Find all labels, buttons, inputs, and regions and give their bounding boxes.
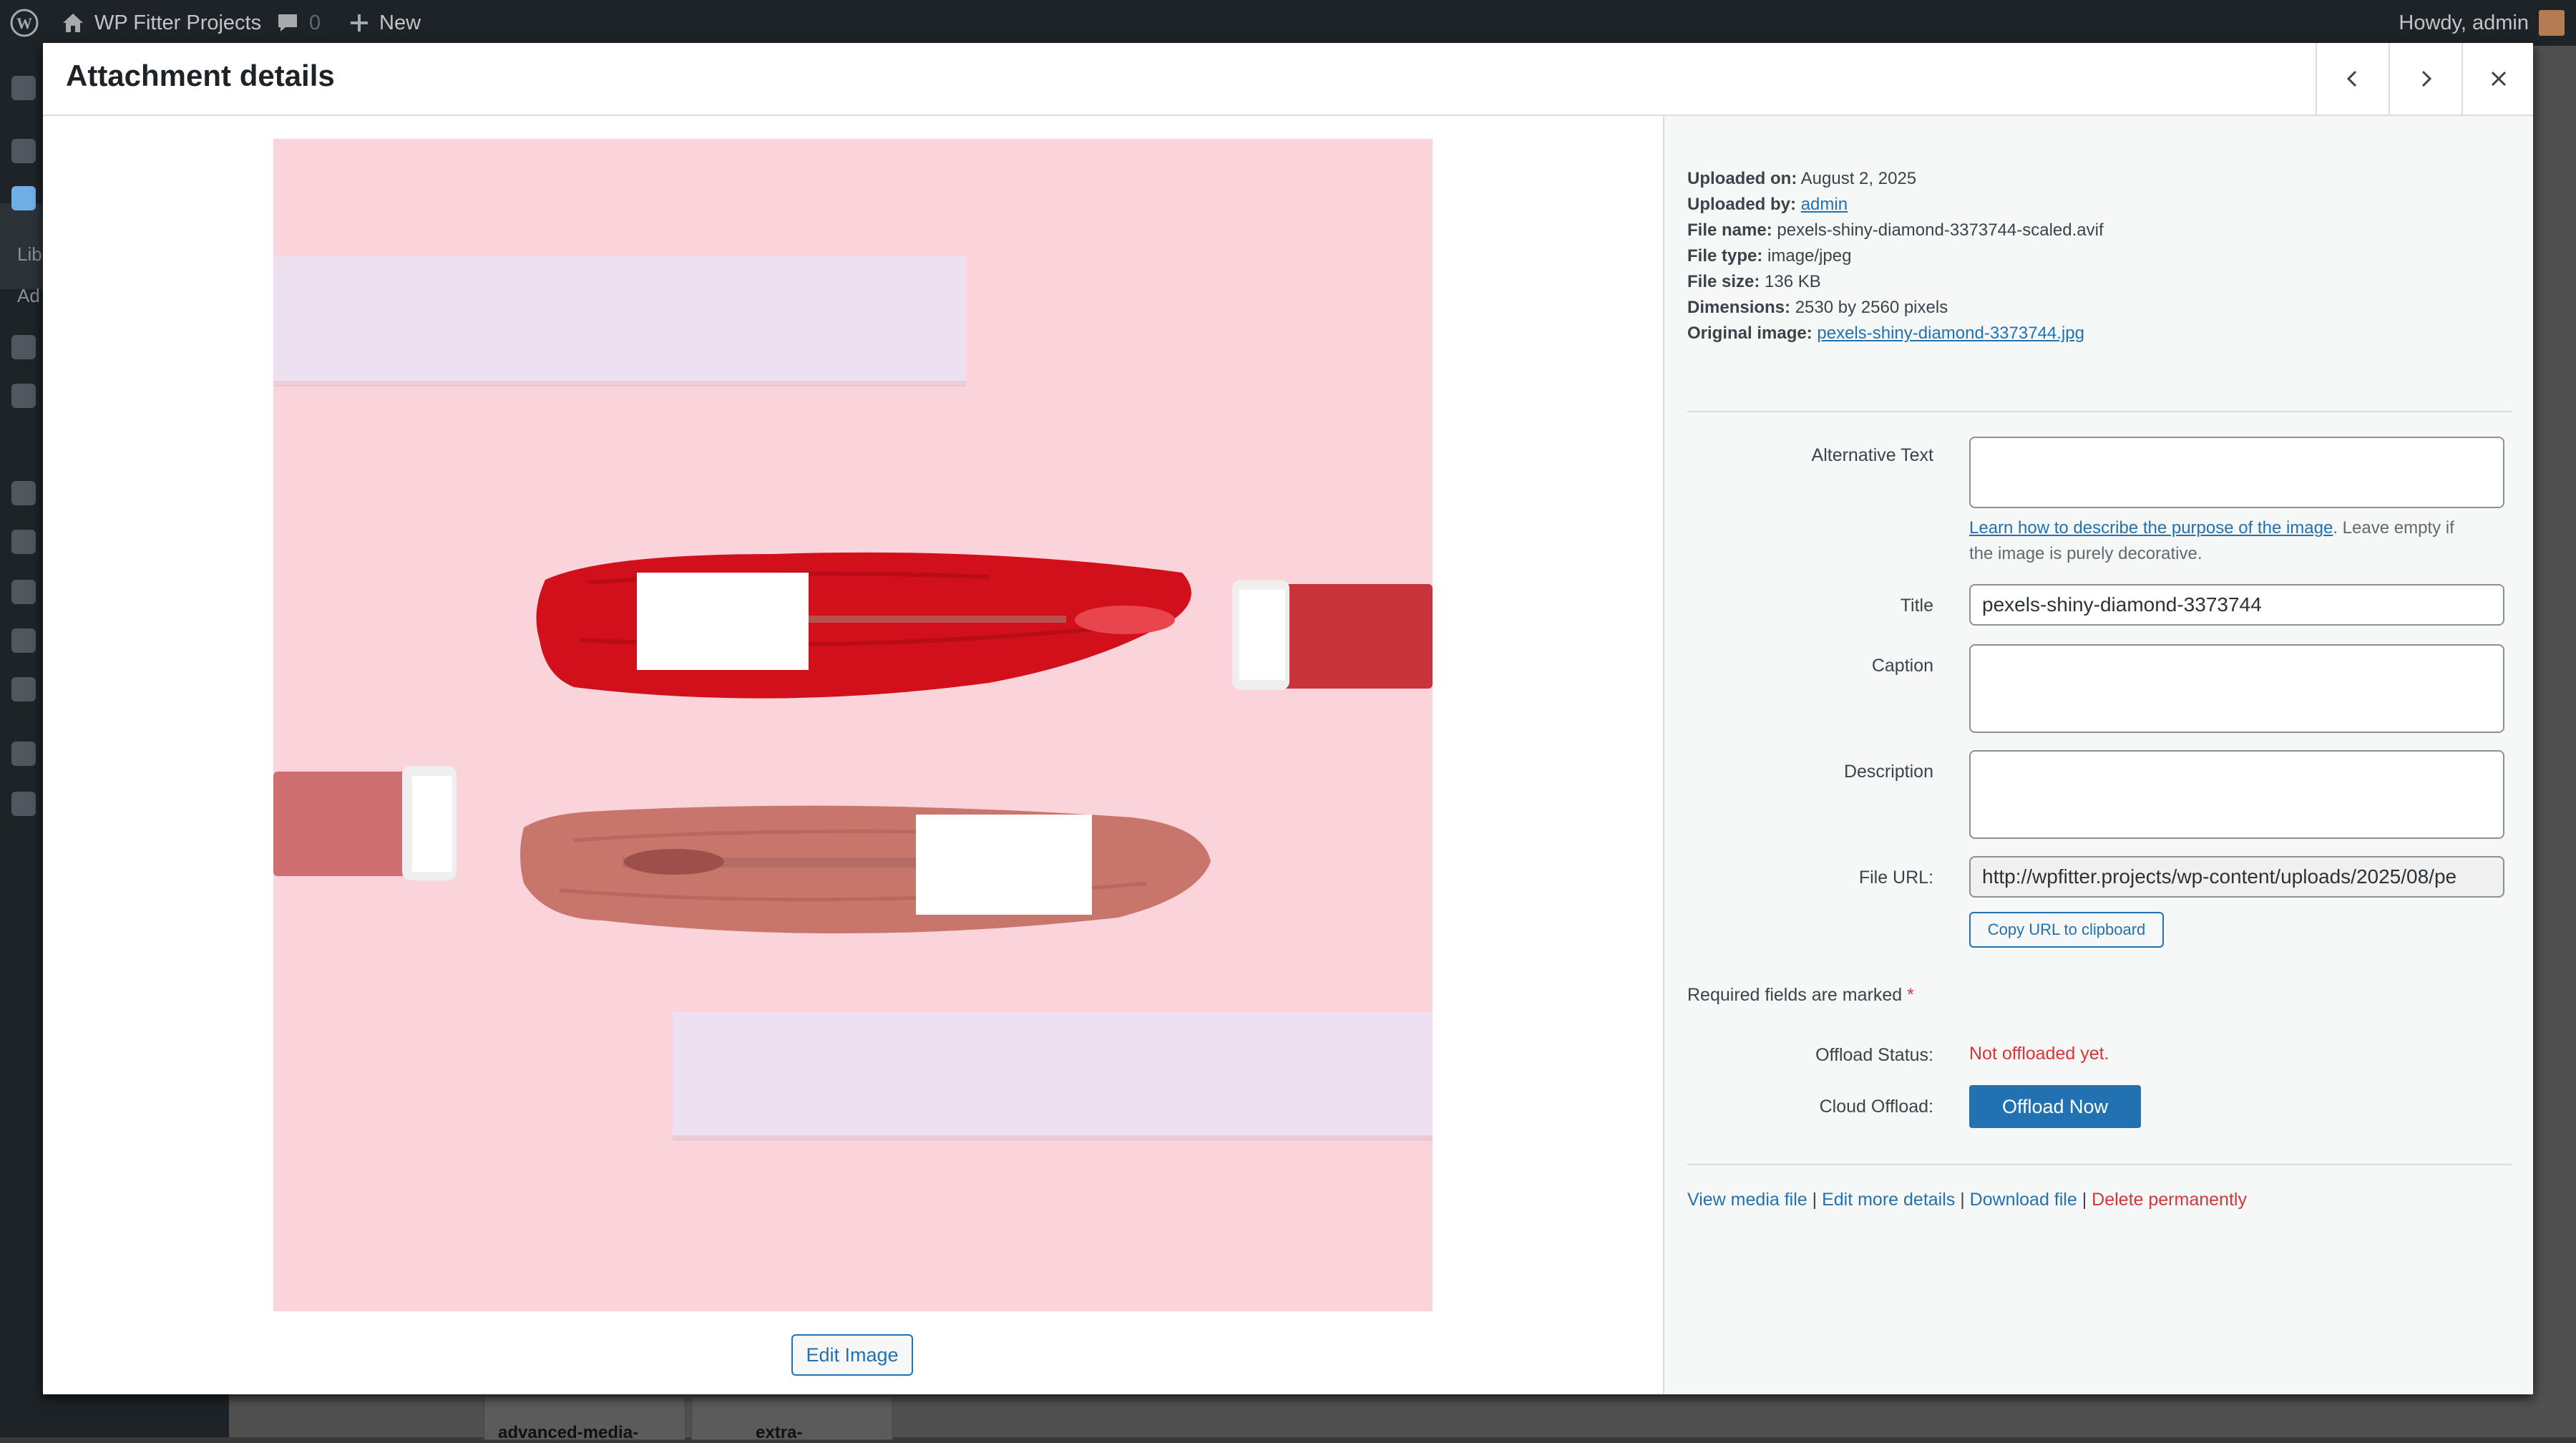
howdy-text: Howdy, admin [2399, 11, 2529, 34]
divider [1687, 1164, 2512, 1165]
download-file-link[interactable]: Download file [1970, 1190, 2077, 1210]
collapse-menu-icon[interactable] [11, 792, 36, 816]
appearance-icon[interactable] [11, 481, 36, 505]
previous-attachment-button[interactable] [2316, 43, 2389, 115]
required-star: * [1907, 985, 1914, 1005]
background-card-label: extra- [756, 1423, 803, 1442]
field-label-column: Alternative Text Title Caption Descripti… [1687, 116, 1933, 1117]
modal-header: Attachment details [43, 43, 2533, 116]
site-name-link[interactable]: WP Fitter Projects [62, 0, 261, 46]
home-icon [63, 14, 83, 32]
attachment-info-pane: Uploaded on: August 2, 2025 Uploaded by:… [1663, 116, 2533, 1394]
new-content-link[interactable]: New [349, 0, 421, 46]
dashboard-icon[interactable] [11, 76, 36, 100]
account-menu[interactable]: Howdy, admin [2399, 0, 2565, 46]
title-label: Title [1900, 596, 1933, 616]
next-attachment-button[interactable] [2389, 43, 2462, 115]
file-url-field[interactable]: http://wpfitter.projects/wp-content/uplo… [1969, 856, 2504, 898]
description-field[interactable] [1969, 750, 2504, 839]
pin-icon[interactable] [11, 139, 36, 163]
cloud-plugin-icon[interactable] [11, 742, 36, 766]
avatar [2539, 10, 2565, 36]
view-media-file-link[interactable]: View media file [1687, 1190, 1807, 1210]
edit-more-details-link[interactable]: Edit more details [1822, 1190, 1955, 1210]
title-field[interactable]: pexels-shiny-diamond-3373744 [1969, 584, 2504, 626]
close-icon [2491, 71, 2507, 87]
tools-icon[interactable] [11, 628, 36, 653]
plus-icon [351, 14, 368, 31]
modal-title: Attachment details [66, 59, 335, 92]
plugins-icon[interactable] [11, 530, 36, 554]
alt-text-help: Learn how to describe the purpose of the… [1969, 518, 2454, 563]
alt-text-field[interactable] [1969, 437, 2504, 508]
media-preview-pane: Edit Image [43, 116, 1663, 1394]
required-fields-note: Required fields are marked * [1687, 985, 1914, 1005]
comments-icon[interactable] [11, 384, 36, 408]
attachment-details-modal: Attachment details Edit Image Uploaded o… [43, 43, 2533, 1394]
pages-icon[interactable] [11, 335, 36, 359]
admin-bar: W WP Fitter Projects 0 New Howdy, admin [0, 0, 2576, 46]
attachment-image [273, 139, 1433, 1311]
offload-status-label: Offload Status: [1815, 1045, 1933, 1065]
offload-now-button[interactable]: Offload Now [1969, 1085, 2141, 1128]
wordpress-logo-icon[interactable]: W [10, 0, 39, 46]
file-url-label: File URL: [1858, 868, 1933, 888]
chevron-right-icon [2421, 70, 2432, 87]
attachment-actions: View media file | Edit more details | Do… [1687, 1190, 2247, 1210]
caption-label: Caption [1871, 656, 1933, 676]
sidebar-item-add-new[interactable]: Ad [17, 285, 40, 307]
media-icon[interactable] [11, 186, 36, 210]
chevron-left-icon [2346, 70, 2357, 87]
delete-permanently-link[interactable]: Delete permanently [2092, 1190, 2247, 1210]
copy-url-button[interactable]: Copy URL to clipboard [1969, 912, 2164, 948]
comment-icon [278, 14, 297, 31]
users-icon[interactable] [11, 580, 36, 604]
offload-status-value: Not offloaded yet. [1969, 1044, 2109, 1064]
close-modal-button[interactable] [2462, 43, 2534, 115]
background-card-label: advanced-media- [498, 1423, 639, 1442]
edit-image-button[interactable]: Edit Image [791, 1334, 913, 1376]
cloud-offload-label: Cloud Offload: [1819, 1097, 1933, 1117]
new-label: New [379, 11, 421, 34]
site-name: WP Fitter Projects [94, 11, 262, 34]
settings-icon[interactable] [11, 677, 36, 701]
svg-text:W: W [16, 14, 32, 32]
comments-count: 0 [309, 11, 321, 34]
alt-text-label: Alternative Text [1811, 445, 1933, 465]
comments-link[interactable]: 0 [276, 0, 321, 46]
caption-field[interactable] [1969, 644, 2504, 733]
description-label: Description [1843, 762, 1933, 782]
sidebar-item-library[interactable]: Lib [17, 243, 42, 266]
alt-text-help-link[interactable]: Learn how to describe the purpose of the… [1969, 518, 2333, 538]
